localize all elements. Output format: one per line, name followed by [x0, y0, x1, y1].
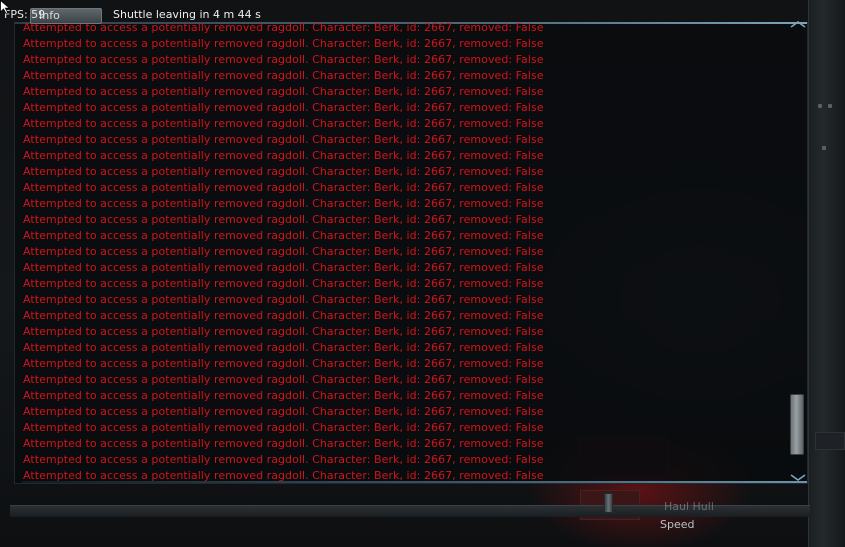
console-line: Attempted to access a potentially remove… [23, 357, 544, 370]
hull-prop [815, 432, 845, 450]
console-line: Attempted to access a potentially remove… [23, 37, 544, 50]
console-line: Attempted to access a potentially remove… [23, 117, 544, 130]
console-line: Attempted to access a potentially remove… [23, 245, 544, 258]
console-line: Attempted to access a potentially remove… [23, 293, 544, 306]
console-line: Attempted to access a potentially remove… [23, 373, 544, 386]
scrollbar-thumb[interactable] [790, 393, 804, 455]
console-line: Attempted to access a potentially remove… [23, 421, 544, 434]
console-line: Attempted to access a potentially remove… [23, 469, 544, 482]
console-line: Attempted to access a potentially remove… [23, 149, 544, 162]
console-line: Attempted to access a potentially remove… [23, 165, 544, 178]
console-line: Attempted to access a potentially remove… [23, 229, 544, 242]
console-line: Attempted to access a potentially remove… [23, 389, 544, 402]
console-line: Attempted to access a potentially remove… [23, 101, 544, 114]
console-line: Attempted to access a potentially remove… [23, 437, 544, 450]
wall-light [828, 104, 832, 108]
console-line: Attempted to access a potentially remove… [23, 197, 544, 210]
console-line: Attempted to access a potentially remove… [23, 453, 544, 466]
console-line: Attempted to access a potentially remove… [23, 405, 544, 418]
console-line: Attempted to access a potentially remove… [23, 133, 544, 146]
speed-slider-knob[interactable] [604, 493, 613, 513]
console-line: Attempted to access a potentially remove… [23, 21, 544, 34]
console-line: Attempted to access a potentially remove… [23, 309, 544, 322]
console-line: Attempted to access a potentially remove… [23, 325, 544, 338]
speed-label: Speed [660, 518, 695, 531]
console-log[interactable]: Attempted to access a potentially remove… [23, 20, 783, 482]
hud-faded-label: Haul Hull [664, 500, 714, 513]
console-line: Attempted to access a potentially remove… [23, 341, 544, 354]
shuttle-timer: Shuttle leaving in 4 m 44 s [113, 8, 261, 21]
console-line: Attempted to access a potentially remove… [23, 53, 544, 66]
console-line: Attempted to access a potentially remove… [23, 277, 544, 290]
wall-light [822, 146, 826, 150]
fps-counter: FPS: 59 [4, 8, 46, 21]
arrow-cursor-icon [0, 0, 10, 14]
chevron-down-icon[interactable] [789, 474, 807, 482]
console-line: Attempted to access a potentially remove… [23, 181, 544, 194]
console-line: Attempted to access a potentially remove… [23, 213, 544, 226]
console-line: Attempted to access a potentially remove… [23, 85, 544, 98]
wall-light [818, 104, 822, 108]
hull-wall [808, 0, 845, 547]
console-line: Attempted to access a potentially remove… [23, 69, 544, 82]
console-line: Attempted to access a potentially remove… [23, 261, 544, 274]
